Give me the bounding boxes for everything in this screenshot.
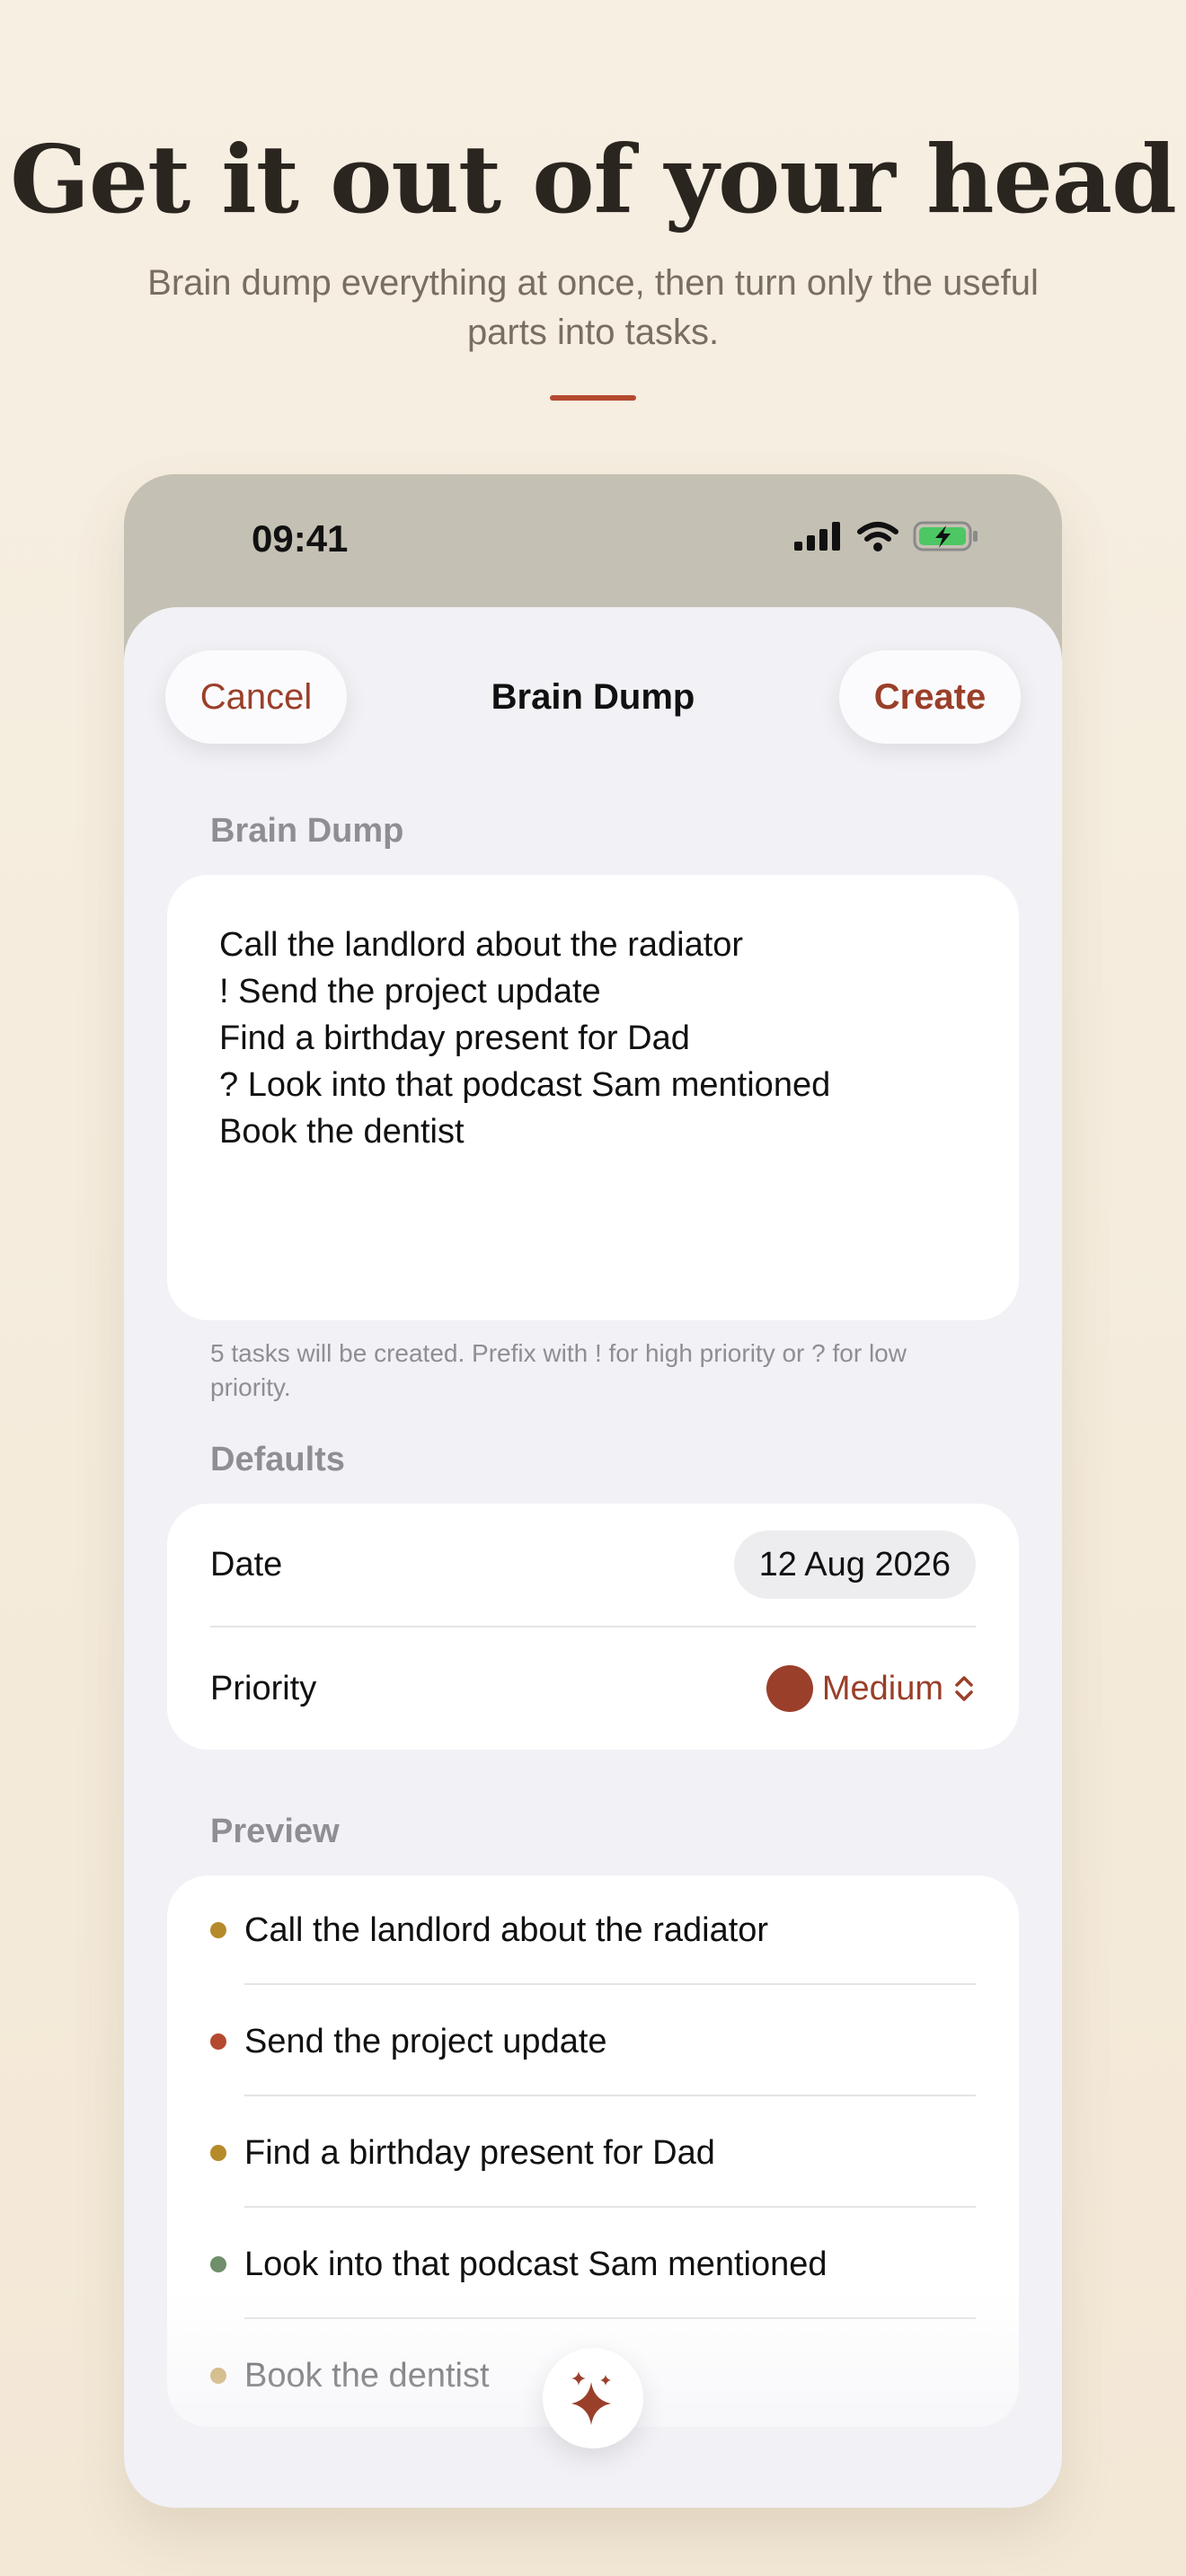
cellular-signal-icon	[794, 522, 840, 551]
row-divider	[244, 1983, 976, 1985]
sparkles-icon	[571, 2371, 611, 2425]
chevron-up-down-icon	[955, 1676, 973, 1701]
priority-dot	[210, 2368, 226, 2384]
brain-dump-sheet: Cancel Brain Dump Create Brain Dump Call…	[124, 607, 1062, 2508]
preview-item-label: Call the landlord about the radiator	[244, 1910, 769, 1949]
list-item: Call the landlord about the radiator	[167, 1875, 1019, 1985]
brain-dump-editor[interactable]: Call the landlord about the radiator ! S…	[167, 875, 1019, 1320]
priority-dot	[210, 1922, 226, 1938]
preview-item-label: Look into that podcast Sam mentioned	[244, 2245, 828, 2283]
priority-dot	[210, 2033, 226, 2050]
priority-dot	[210, 2256, 226, 2272]
row-divider	[244, 2317, 976, 2319]
battery-charging-icon	[913, 521, 978, 551]
list-item: Find a birthday present for Dad	[167, 2098, 1019, 2208]
cancel-button[interactable]: Cancel	[165, 650, 347, 744]
task-count-hint: 5 tasks will be created. Prefix with ! f…	[210, 1339, 907, 1401]
list-item: Look into that podcast Sam mentioned	[167, 2210, 1019, 2319]
accent-divider	[550, 395, 636, 401]
defaults-card: Date 12 Aug 2026 Priority Medium	[167, 1504, 1019, 1750]
row-divider	[244, 2095, 976, 2096]
preview-item-label: Book the dentist	[244, 2356, 490, 2395]
date-label: Date	[210, 1545, 283, 1584]
preview-item-label: Send the project update	[244, 2022, 607, 2060]
brain-dump-textarea[interactable]: Call the landlord about the radiator ! S…	[219, 922, 974, 1155]
status-time: 09:41	[252, 517, 349, 560]
preview-list: Call the landlord about the radiator Sen…	[167, 1875, 1019, 2427]
priority-picker[interactable]: Medium	[766, 1665, 976, 1712]
preview-section-label: Preview	[210, 1813, 340, 1850]
status-icons	[794, 521, 979, 551]
hero-subtitle: Brain dump everything at once, then turn…	[147, 263, 1039, 352]
preview-item-label: Find a birthday present for Dad	[244, 2133, 715, 2172]
create-button[interactable]: Create	[839, 650, 1021, 744]
hero-title: Get it out of your head	[10, 124, 1177, 234]
priority-value: Medium	[821, 1669, 943, 1707]
phone-frame: 09:41 Cancel Brain Dump Create Brain Dum…	[124, 474, 1062, 2508]
priority-dot	[766, 1665, 813, 1712]
priority-dot	[210, 2145, 226, 2161]
date-picker[interactable]: 12 Aug 2026	[733, 1531, 976, 1599]
priority-label: Priority	[210, 1669, 317, 1707]
wifi-icon	[857, 522, 898, 551]
defaults-section-label: Defaults	[210, 1441, 345, 1478]
date-row: Date 12 Aug 2026	[167, 1504, 1019, 1626]
brain-dump-section-label: Brain Dump	[210, 812, 404, 850]
priority-row: Priority Medium	[167, 1628, 1019, 1750]
ai-assist-button[interactable]	[543, 2348, 643, 2448]
list-item: Send the project update	[167, 1987, 1019, 2096]
row-divider	[244, 2206, 976, 2208]
